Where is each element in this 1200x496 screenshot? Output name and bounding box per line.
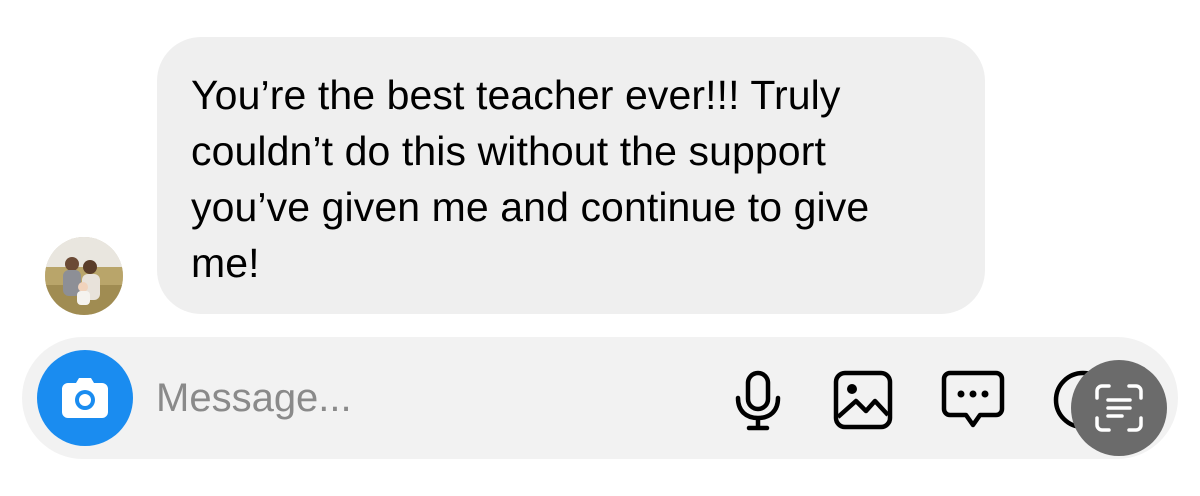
message-composer: [22, 337, 1178, 459]
incoming-message-row: You’re the best teacher ever!!! Truly co…: [0, 0, 1200, 330]
gallery-button[interactable]: [830, 367, 896, 433]
microphone-button[interactable]: [725, 367, 791, 433]
text-scan-icon: [1095, 384, 1143, 432]
camera-icon: [62, 378, 108, 418]
message-input[interactable]: [156, 369, 696, 427]
text-scan-button[interactable]: [1071, 360, 1167, 456]
sender-avatar[interactable]: [45, 237, 123, 315]
camera-button[interactable]: [37, 350, 133, 446]
gallery-icon: [833, 370, 893, 430]
avatar-photo-icon: [45, 237, 123, 315]
microphone-icon: [735, 370, 781, 431]
chat-bubble-button[interactable]: [940, 367, 1006, 433]
chat-bubble-icon: [941, 370, 1005, 428]
message-bubble[interactable]: You’re the best teacher ever!!! Truly co…: [157, 37, 985, 314]
direct-message-screen: You’re the best teacher ever!!! Truly co…: [0, 0, 1200, 496]
